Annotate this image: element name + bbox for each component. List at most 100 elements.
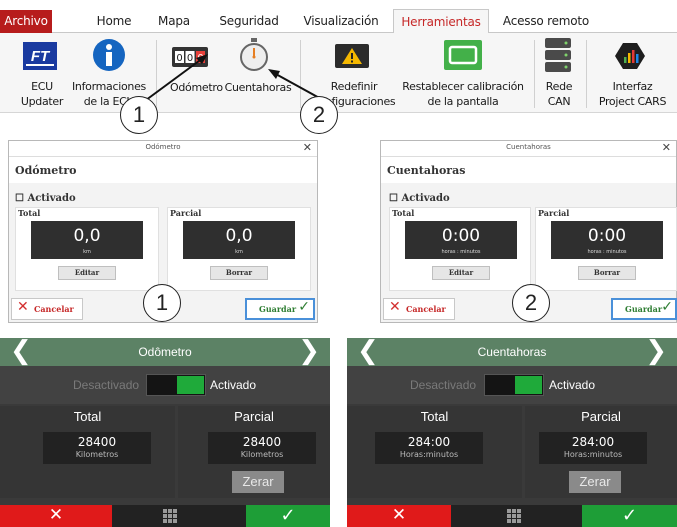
cancel-x-icon: ✕ [389, 299, 401, 315]
edit-button[interactable]: Editar [58, 266, 116, 280]
activation-row: Desactivado Activado [347, 366, 677, 404]
clear-button[interactable]: Borrar [210, 266, 268, 280]
callout-1-dialog: 1 [143, 284, 181, 322]
partial-display: 0:00 horas : minutos [551, 221, 663, 259]
chevron-left-icon[interactable]: ❮ [357, 338, 379, 364]
partial-unit: Kilometros [240, 450, 284, 459]
partial-label: Parcial [170, 208, 202, 218]
partial-display: 284:00 Horas:minutos [539, 432, 647, 464]
dialog-window-title: Cuentahoras [506, 143, 551, 151]
callout-2: 2 [300, 96, 338, 134]
device-header: ❮ Odômetro ❯ [0, 338, 330, 366]
reset-partial-button[interactable]: Zerar [569, 471, 621, 493]
dialog-title-bar: Cuentahoras ✕ [381, 141, 676, 157]
total-value: 28400 [77, 435, 117, 449]
dialog-title-bar: Odómetro ✕ [9, 141, 317, 157]
cancel-label: Cancelar [34, 304, 74, 314]
activated-label: Activado [549, 378, 596, 392]
dialog-header: Cuentahoras [381, 157, 676, 183]
total-label: Total [392, 208, 415, 218]
partial-panel: Parcial 0,0 km Borrar [167, 207, 311, 291]
edit-button[interactable]: Editar [432, 266, 490, 280]
activation-toggle[interactable] [484, 374, 544, 396]
partial-column: Parcial 28400 Kilometros Zerar [178, 406, 330, 498]
total-unit: Horas:minutos [399, 450, 459, 459]
checkmark-icon: ✓ [298, 299, 310, 315]
total-display: 0,0 km [31, 221, 143, 259]
deactivated-label: Desactivado [410, 378, 477, 392]
activated-label: Activado [27, 193, 76, 204]
total-column: Total 28400 Kilometros [0, 406, 175, 498]
dialog-window-title: Odómetro [145, 143, 181, 151]
partial-display: 0,0 km [183, 221, 295, 259]
total-label: Total [73, 409, 102, 424]
total-label: Total [420, 409, 449, 424]
partial-unit: Horas:minutos [563, 450, 623, 459]
activated-checkbox[interactable]: ☐ Activado [389, 193, 450, 204]
partial-value: 0:00 [587, 226, 627, 246]
activation-toggle[interactable] [146, 374, 206, 396]
partial-unit: horas : minutos [587, 249, 627, 255]
checkmark-icon: ✓ [661, 299, 673, 315]
device-bottom-bar: ✕ ✓ [347, 505, 677, 527]
partial-value: 284:00 [571, 435, 615, 449]
partial-label: Parcial [538, 208, 570, 218]
partial-panel: Parcial 0:00 horas : minutos Borrar [535, 207, 677, 291]
total-value: 0,0 [73, 226, 101, 246]
composite-screenshot: Archivo Home Mapa Seguridad Visualizació… [0, 0, 677, 527]
activated-label: Activado [210, 378, 257, 392]
save-label: Guardar [259, 304, 297, 314]
device-header: ❮ Cuentahoras ❯ [347, 338, 677, 366]
save-button[interactable]: Guardar ✓ [245, 298, 315, 320]
confirm-check-button[interactable]: ✓ [582, 505, 677, 527]
clear-button[interactable]: Borrar [578, 266, 636, 280]
total-value: 284:00 [407, 435, 451, 449]
partial-display: 28400 Kilometros [208, 432, 316, 464]
total-unit: Kilometros [75, 450, 119, 459]
menu-grid-icon[interactable] [163, 509, 177, 523]
cancel-x-icon: ✕ [17, 299, 29, 315]
total-unit: km [83, 249, 91, 255]
activated-checkbox[interactable]: ☐ Activado [15, 193, 76, 204]
total-panel: Total 0,0 km Editar [15, 207, 159, 291]
cancel-label: Cancelar [406, 304, 446, 314]
activated-label: Activado [401, 193, 450, 204]
checkbox-icon: ☐ [389, 193, 398, 204]
partial-label: Parcial [234, 409, 274, 424]
cancel-x-button[interactable]: ✕ [347, 505, 451, 527]
chevron-right-icon[interactable]: ❯ [298, 338, 320, 364]
device-bottom-bar: ✕ ✓ [0, 505, 330, 527]
close-icon[interactable]: ✕ [303, 141, 312, 154]
chevron-right-icon[interactable]: ❯ [645, 338, 667, 364]
device-hour-meter-screen: ❮ Cuentahoras ❯ Desactivado Activado Tot… [347, 338, 677, 527]
toggle-knob [177, 376, 204, 394]
confirm-check-button[interactable]: ✓ [246, 505, 330, 527]
partial-label: Parcial [581, 409, 621, 424]
total-display: 284:00 Horas:minutos [375, 432, 483, 464]
menu-grid-icon[interactable] [507, 509, 521, 523]
total-panel: Total 0:00 horas : minutos Editar [389, 207, 531, 291]
device-odometer-screen: ❮ Odômetro ❯ Desactivado Activado Total … [0, 338, 330, 527]
total-label: Total [18, 208, 41, 218]
dialog-header: Odómetro [9, 157, 317, 183]
save-label: Guardar [625, 304, 663, 314]
checkbox-icon: ☐ [15, 193, 24, 204]
device-title: Odômetro [138, 345, 192, 359]
cancel-button[interactable]: ✕ Cancelar [383, 298, 455, 320]
toggle-knob [515, 376, 542, 394]
callout-1: 1 [120, 96, 158, 134]
callout-2-dialog: 2 [512, 284, 550, 322]
close-icon[interactable]: ✕ [662, 141, 671, 154]
chevron-left-icon[interactable]: ❮ [10, 338, 32, 364]
total-display: 0:00 horas : minutos [405, 221, 517, 259]
total-column: Total 284:00 Horas:minutos [347, 406, 522, 498]
total-value: 0:00 [441, 226, 481, 246]
deactivated-label: Desactivado [73, 378, 140, 392]
total-unit: horas : minutos [441, 249, 481, 255]
cancel-x-button[interactable]: ✕ [0, 505, 112, 527]
total-display: 28400 Kilometros [43, 432, 151, 464]
partial-value: 28400 [242, 435, 282, 449]
cancel-button[interactable]: ✕ Cancelar [11, 298, 83, 320]
save-button[interactable]: Guardar ✓ [611, 298, 677, 320]
reset-partial-button[interactable]: Zerar [232, 471, 284, 493]
